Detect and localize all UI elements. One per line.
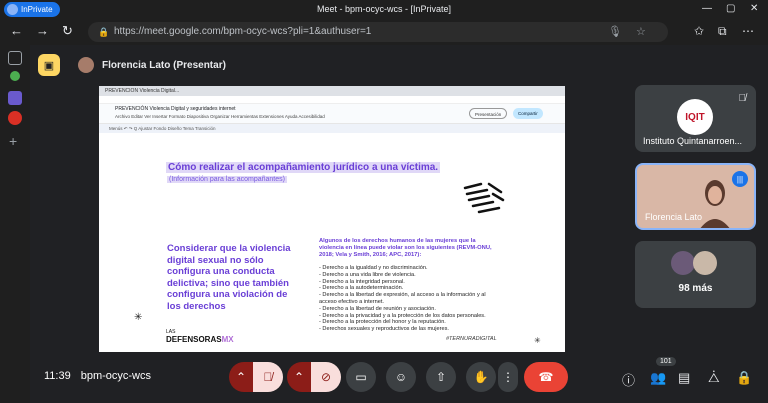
presenter-label: Florencia Lato (Presentar)	[102, 59, 226, 71]
copilot-icon[interactable]	[10, 71, 20, 81]
presenter-avatar	[78, 57, 94, 73]
chat-icon[interactable]: ▤	[678, 370, 690, 386]
raise-hand-button[interactable]: ✋	[466, 362, 496, 392]
presenter-bar: ▣ Florencia Lato (Presentar)	[38, 53, 226, 77]
meeting-details-icon[interactable]: ⓘ	[622, 370, 635, 389]
slide-subtitle: (Información para las acompañantes)	[167, 176, 287, 183]
window-title: Meet - bpm-ocyc-wcs - [InPrivate]	[316, 4, 452, 14]
menu-icon[interactable]: ⋯	[742, 24, 754, 38]
present-button[interactable]: ⇧	[426, 362, 456, 392]
maximize-icon[interactable]: ▢	[726, 3, 735, 14]
captions-button[interactable]: ▭	[346, 362, 376, 392]
meeting-time: 11:39	[44, 370, 71, 382]
participant-name: Florencia Lato	[645, 212, 703, 222]
list-item: - Derecho a la integridad personal.	[319, 278, 405, 285]
meet-app: ▣ Florencia Lato (Presentar) PREVENCION …	[30, 45, 768, 403]
share-button: Compartir	[513, 108, 543, 119]
participant-count-badge: 101	[656, 357, 676, 366]
more-participants-label: 98 más	[678, 283, 713, 294]
shared-url	[99, 96, 565, 104]
corner-mark-icon: ✳	[534, 336, 541, 345]
add-icon[interactable]: +	[9, 133, 17, 149]
list-item: - Derecho a la libertad de expresión, al…	[319, 292, 486, 305]
slide: Cómo realizar el acompañamiento jurídico…	[129, 136, 549, 352]
more-participants-tile[interactable]: 98 más	[635, 241, 756, 308]
speaking-indicator-icon: |||	[732, 171, 748, 187]
present-screen-icon[interactable]: ▣	[38, 54, 60, 76]
rights-list: - Derecho a la igualdad y no discriminac…	[319, 265, 497, 333]
browser-toolbar: ← → ↻ 🔒 https://meet.google.com/bpm-ocyc…	[0, 19, 768, 45]
doc-title: PREVENCIÓN Violencia Digital y seguridad…	[115, 106, 236, 112]
edge-sidebar: +	[0, 45, 30, 403]
corner-mark-icon: ✳	[134, 312, 143, 323]
participant-name: Instituto Quintanarroen...	[643, 136, 743, 146]
video-options-button[interactable]: ⌃	[287, 362, 311, 392]
more-options-button[interactable]: ⋮	[498, 362, 518, 392]
participant-tile-iqit[interactable]: IQIT 🎙̸ Instituto Quintanarroen...	[635, 85, 756, 152]
iqit-logo: IQIT	[677, 99, 713, 135]
scribble-logo-icon	[463, 182, 505, 214]
browser-titlebar: InPrivate Meet - bpm-ocyc-wcs - [InPriva…	[0, 0, 768, 19]
mic-toggle-button[interactable]: 🎙̸	[253, 362, 283, 392]
address-bar[interactable]: 🔒 https://meet.google.com/bpm-ocyc-wcs?p…	[88, 22, 668, 42]
lock-icon: 🔒	[98, 27, 110, 37]
meeting-code: bpm-ocyc-wcs	[80, 370, 152, 382]
url-text: https://meet.google.com/bpm-ocyc-wcs?pli…	[114, 26, 372, 37]
hashtag: #TERNURADIGITAL	[446, 336, 497, 342]
record-icon[interactable]	[8, 111, 22, 125]
participant-avatar	[693, 251, 717, 275]
slides-header: PREVENCIÓN Violencia Digital y seguridad…	[99, 104, 565, 124]
forward-icon[interactable]: →	[36, 23, 49, 38]
slide-left-text: Considerar que la violencia digital sexu…	[167, 243, 291, 312]
list-item: - Derecho a la autodeterminación.	[319, 285, 404, 292]
people-icon[interactable]: 👥	[650, 370, 666, 386]
reload-icon[interactable]: ↻	[62, 23, 73, 39]
present-button: Presentación	[469, 108, 508, 119]
participant-avatar	[671, 251, 695, 275]
list-item: - Derechos sexuales y reproductivos de l…	[319, 326, 449, 333]
participant-tile-florencia[interactable]: ||| Florencia Lato	[635, 163, 756, 230]
close-icon[interactable]: ✕	[750, 3, 758, 14]
list-item: - Derecho a la libertad de reunión y aso…	[319, 305, 436, 312]
list-item: - Derecho a una vida libre de violencia.	[319, 271, 416, 278]
meet-controls: 11:39 bpm-ocyc-wcs ⌃ 🎙̸ ⌃ ⊘ ▭ ☺ ⇧ ✋ ⋮ ☎ …	[30, 355, 768, 403]
audio-options-button[interactable]: ⌃	[229, 362, 253, 392]
back-icon[interactable]: ←	[10, 23, 23, 38]
brand-mx: MX	[221, 335, 234, 344]
favorites-icon[interactable]: ✩	[694, 24, 704, 38]
brand-main: DEFENSORAS	[166, 335, 222, 344]
list-item: - Derecho a la privacidad y a la protecc…	[319, 312, 486, 319]
meeting-info: 11:39 bpm-ocyc-wcs	[44, 370, 151, 382]
app-icon[interactable]	[8, 91, 22, 105]
doc-menu: Archivo Editar Ver Insertar Formato Diap…	[115, 114, 325, 119]
microphone-icon[interactable]: 🎙	[608, 22, 622, 42]
slide-title: Cómo realizar el acompañamiento jurídico…	[166, 162, 441, 173]
rights-heading: Algunos de los derechos humanos de las m…	[319, 238, 492, 258]
brand-logo: LAS DEFENSORASMX	[166, 327, 234, 344]
leave-call-button[interactable]: ☎	[524, 362, 568, 392]
camera-toggle-button[interactable]: ⊘	[311, 362, 341, 392]
host-controls-icon[interactable]: 🔒	[736, 370, 752, 386]
shared-screen: PREVENCION Violencia Digital... PREVENCI…	[99, 86, 565, 352]
shared-tab: PREVENCION Violencia Digital...	[99, 86, 565, 96]
mic-off-icon: 🎙̸	[738, 93, 747, 104]
favorite-star-icon[interactable]: ☆	[636, 22, 646, 42]
minimize-icon[interactable]: —	[702, 3, 712, 14]
collections-icon[interactable]: ⧉	[718, 24, 727, 39]
list-item: - Derecho a la igualdad y no discriminac…	[319, 265, 428, 271]
tabs-icon[interactable]	[8, 51, 22, 65]
list-item: - Derecho a la protección del honor y la…	[319, 319, 446, 326]
reactions-button[interactable]: ☺	[386, 362, 416, 392]
activities-icon[interactable]: ⧊	[708, 370, 720, 386]
format-bar: Menús ↶ ↷ Q Ajustar Fondo Diseño Tema Tr…	[99, 124, 565, 133]
